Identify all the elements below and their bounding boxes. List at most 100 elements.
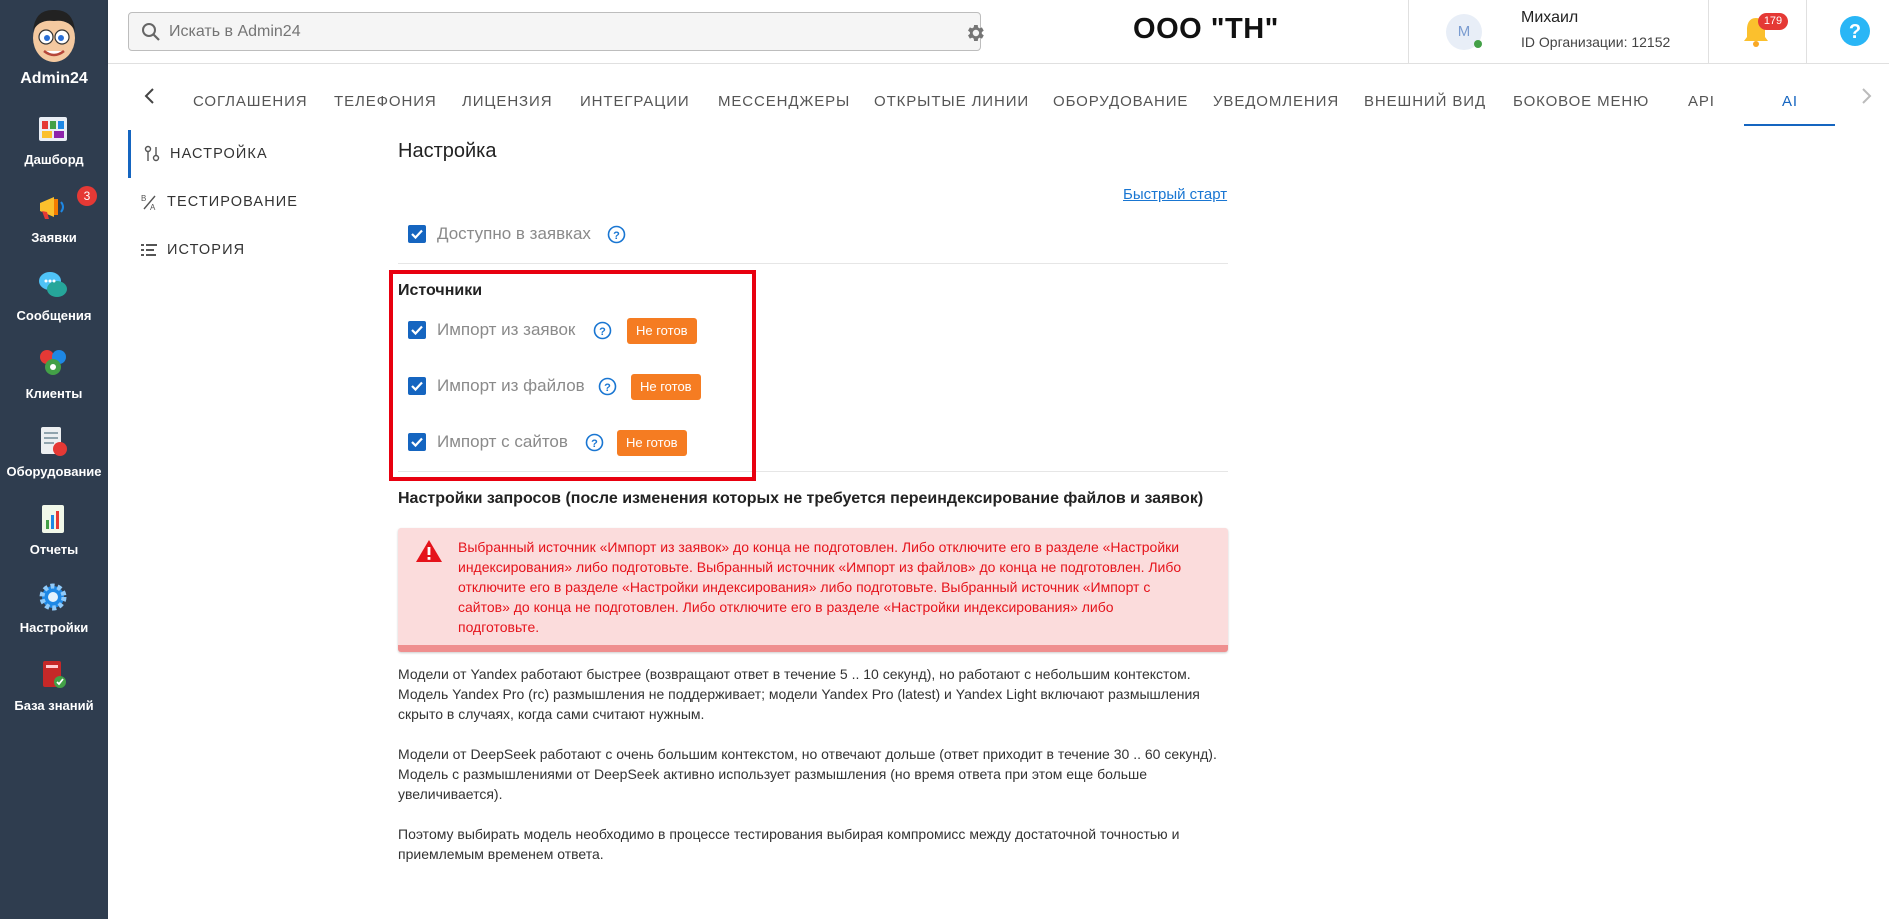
settings-sliders-icon [144,145,160,162]
sidebar-item-label: Заявки [31,230,77,245]
requests-badge: 3 [77,186,97,206]
alert-message: Выбранный источник «Импорт из заявок» до… [458,539,1182,635]
sidebar-item-label: Дашборд [24,152,84,167]
tab-agreements[interactable]: СОГЛАШЕНИЯ [193,93,308,110]
chevron-right-icon[interactable] [1854,84,1878,108]
tab-ai[interactable]: AI [1782,93,1798,110]
quick-start-link[interactable]: Быстрый старт [1123,186,1227,203]
tab-integrations[interactable]: ИНТЕГРАЦИИ [580,93,690,110]
reports-icon [42,505,64,533]
help-circle-icon[interactable]: ? [593,321,612,340]
user-name[interactable]: Михаил [1521,9,1578,27]
brand[interactable]: Admin24 [0,0,108,94]
svg-text:B: B [141,194,146,203]
status-badge: Не готов [631,374,701,400]
header-divider [1806,0,1807,64]
tab-equipment[interactable]: ОБОРУДОВАНИЕ [1053,93,1188,110]
sidebar-item-label: Отчеты [29,542,79,557]
gear-icon [39,583,67,611]
divider [398,471,1228,472]
warning-triangle-icon [416,540,442,562]
knowledge-book-icon [43,661,66,688]
checkmark-icon [411,325,423,336]
sidebar-item-settings[interactable]: Настройки [0,570,108,648]
tab-side-menu[interactable]: БОКОВОЕ МЕНЮ [1513,93,1649,110]
help-circle-icon[interactable]: ? [585,433,604,452]
import-from-files-checkbox[interactable] [408,377,426,395]
sidebar-item-dashboard[interactable]: Дашборд [0,102,108,180]
checkmark-icon [411,437,423,448]
tab-telephony[interactable]: ТЕЛЕФОНИЯ [334,93,437,110]
alert-bottom-bar [398,645,1228,652]
sidebar-item-clients[interactable]: Клиенты [0,336,108,414]
help-circle-icon[interactable]: ? [598,377,617,396]
divider [398,263,1228,264]
chevron-left-icon[interactable] [138,84,162,108]
models-info: Модели от Yandex работают быстрее (возвр… [398,664,1228,864]
sidebar-item-label: Клиенты [25,386,83,401]
search-input[interactable] [169,19,929,45]
tab-messengers[interactable]: МЕССЕНДЖЕРЫ [718,93,850,110]
warning-alert: Выбранный источник «Импорт из заявок» до… [398,528,1228,652]
percent-test-icon: B A [141,194,156,211]
sidebar-item-requests[interactable]: 3 Заявки [0,180,108,258]
help-circle-icon[interactable]: ? [607,225,626,244]
status-badge: Не готов [617,430,687,456]
help-question-icon[interactable]: ? [1839,15,1871,47]
notification-count-badge: 179 [1758,13,1788,30]
mascot-logo-icon [33,9,75,62]
sidebar-item-messages[interactable]: Сообщения [0,258,108,336]
submenu-item-history[interactable]: ИСТОРИЯ [128,226,368,274]
megaphone-icon [40,197,64,219]
checkmark-icon [411,229,423,240]
status-badge: Не готов [627,318,697,344]
top-header: ООО "ТН" М Михаил ID Организации: 12152 … [108,0,1889,64]
import-from-sites-checkbox[interactable] [408,433,426,451]
tab-open-lines[interactable]: ОТКРЫТЫЕ ЛИНИИ [874,93,1029,110]
info-paragraph: Модели от Yandex работают быстрее (возвр… [398,666,1200,722]
clients-icon [40,350,66,375]
sidebar-item-label: Настройки [19,620,89,635]
brand-name: Admin24 [20,70,88,87]
available-in-requests-checkbox[interactable] [408,225,426,243]
search-settings-gear-icon[interactable] [964,22,986,44]
sidebar-item-label: Сообщения [16,308,92,323]
app-window: Admin24 Дашборд 3 Заявки Сообщения Клиен… [0,0,1889,919]
checkbox-label: Импорт с сайтов [437,432,568,451]
search-box[interactable] [128,12,984,51]
dashboard-icon [39,117,67,141]
company-name: ООО "ТН" [1133,13,1279,45]
checkmark-icon [411,381,423,392]
submenu-item-settings[interactable]: НАСТРОЙКА [128,130,368,178]
sidebar-item-reports[interactable]: Отчеты [0,492,108,570]
info-paragraph: Модели от DeepSeek работают с очень боль… [398,746,1217,802]
active-tab-indicator [1744,124,1835,126]
submenu-item-testing[interactable]: B A ТЕСТИРОВАНИЕ [128,178,368,226]
tab-api[interactable]: API [1688,93,1715,110]
organization-id: ID Организации: 12152 [1521,34,1671,50]
online-status-dot [1474,40,1482,48]
tab-appearance[interactable]: ВНЕШНИЙ ВИД [1364,93,1486,110]
chat-bubbles-icon [39,272,67,297]
sidebar-item-equipment[interactable]: Оборудование [0,414,108,492]
sources-title: Источники [398,282,483,299]
settings-tabs: СОГЛАШЕНИЯ ТЕЛЕФОНИЯ ЛИЦЕНЗИЯ ИНТЕГРАЦИИ… [108,64,1889,126]
equipment-icon [41,427,67,456]
sidebar: Admin24 Дашборд 3 Заявки Сообщения Клиен… [0,0,108,919]
header-divider [1708,0,1709,64]
svg-text:?: ? [591,438,598,450]
info-paragraph: Поэтому выбирать модель необходимо в про… [398,826,1180,862]
tab-license[interactable]: ЛИЦЕНЗИЯ [462,93,552,110]
import-from-requests-checkbox[interactable] [408,321,426,339]
available-in-requests-row: Доступно в заявках ? [408,222,808,248]
submenu-label: ТЕСТИРОВАНИЕ [167,194,299,210]
svg-text:?: ? [613,230,620,242]
sidebar-item-knowledge-base[interactable]: База знаний [0,648,108,726]
source-row: Импорт из заявок ? Не готов [408,318,808,344]
checkbox-label: Доступно в заявках [437,224,591,243]
tab-notifications[interactable]: УВЕДОМЛЕНИЯ [1213,93,1339,110]
submenu-label: НАСТРОЙКА [170,146,268,162]
query-settings-title: Настройки запросов (после изменения кото… [398,490,1204,507]
checkbox-label: Импорт из файлов [437,376,585,395]
source-row: Импорт с сайтов ? Не готов [408,430,808,456]
